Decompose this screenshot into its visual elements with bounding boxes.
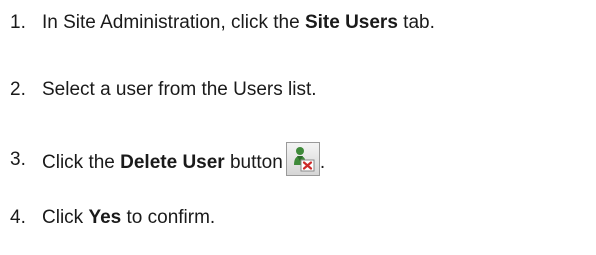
step-number: 1. [10,12,26,33]
delete-user-button-label: Delete User [120,152,225,173]
step-text: . [319,152,326,173]
step-3: 3. Click the Delete User button . [10,142,325,176]
step-text: Click the [42,152,121,173]
delete-user-icon [285,142,320,176]
step-text: Click [42,207,89,228]
step-text: to confirm. [121,207,216,228]
step-text: In Site Administration, click the [42,12,305,33]
instruction-steps: 1. In Site Administration, click the Site… [0,0,596,255]
yes-button-label: Yes [88,207,122,228]
step-text: tab. [397,12,435,33]
site-users-tab-label: Site Users [304,12,398,33]
step-1: 1. In Site Administration, click the Site… [10,12,435,34]
step-text: Select a user from the Users list. [42,79,317,100]
step-2: 2. Select a user from the Users list. [10,79,317,101]
step-number: 4. [10,207,26,228]
step-number: 3. [10,149,26,170]
step-number: 2. [10,79,26,100]
step-text: button [224,152,283,173]
step-4: 4. Click Yes to confirm. [10,207,215,229]
